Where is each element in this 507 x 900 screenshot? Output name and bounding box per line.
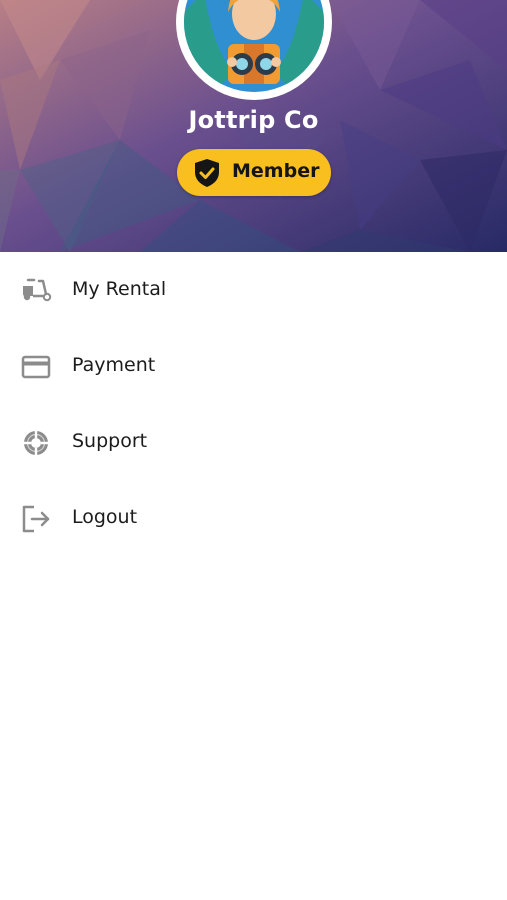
menu-item-label: My Rental	[72, 278, 167, 300]
menu-item-label: Payment	[72, 354, 156, 376]
member-badge: Member	[177, 149, 331, 196]
traveler-avatar-icon	[184, 0, 324, 92]
member-badge-label: Member	[232, 160, 320, 182]
shield-check-icon	[195, 159, 219, 187]
logout-icon	[22, 505, 50, 533]
lifebuoy-icon	[24, 431, 48, 455]
menu-item-label: Support	[72, 430, 148, 452]
credit-card-icon	[21, 355, 51, 379]
profile-avatar[interactable]	[176, 0, 332, 100]
user-name: Jottrip Co	[188, 106, 319, 134]
menu-item-label: Logout	[72, 506, 138, 528]
menu-item-support[interactable]: Support	[0, 404, 507, 480]
menu-item-payment[interactable]: Payment	[0, 328, 507, 404]
drawer-menu: My Rental Payment Support Logout	[0, 252, 507, 556]
menu-item-my-rental[interactable]: My Rental	[0, 252, 507, 328]
menu-item-logout[interactable]: Logout	[0, 480, 507, 556]
profile-header: Jottrip Co Member	[0, 0, 507, 252]
scooter-icon	[23, 278, 52, 302]
